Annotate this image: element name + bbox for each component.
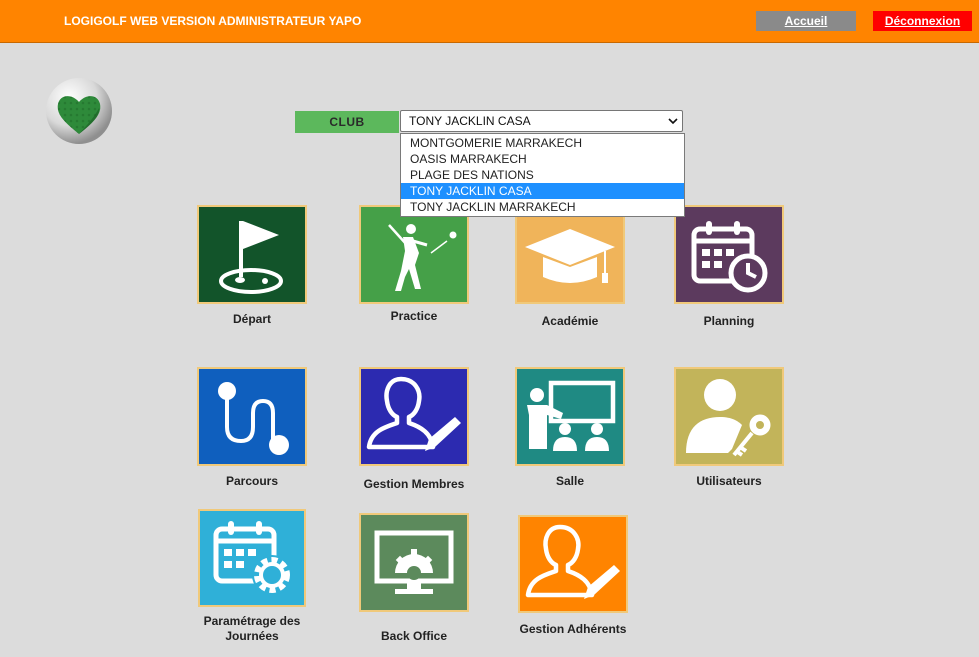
tile-parcours[interactable]: Parcours: [197, 367, 307, 497]
club-select[interactable]: TONY JACKLIN CASA: [400, 110, 683, 132]
user-edit-icon: [366, 376, 461, 451]
logout-button[interactable]: Déconnexion: [873, 11, 972, 31]
user-edit-icon: [525, 524, 620, 599]
tile-utilisateurs[interactable]: Utilisateurs: [674, 367, 784, 497]
tile-back-office[interactable]: Back Office: [359, 513, 469, 648]
tile-label: Gestion Adhérents: [519, 622, 627, 636]
app-title: LOGIGOLF WEB VERSION ADMINISTRATEUR YAPO: [64, 14, 362, 28]
tile-label: Practice: [390, 309, 438, 323]
tile-label: Utilisateurs: [696, 474, 762, 488]
club-label: CLUB: [295, 111, 399, 133]
golf-ball-logo: [44, 76, 114, 146]
club-option-montgomerie-marrakech[interactable]: MONTGOMERIE MARRAKECH: [401, 135, 684, 151]
tile-label: Salle: [555, 474, 585, 488]
tile-gestion-adherents[interactable]: Gestion Adhérents: [518, 515, 628, 645]
tile-planning[interactable]: Planning: [674, 205, 784, 335]
club-option-plage-des-nations[interactable]: PLAGE DES NATIONS: [401, 167, 684, 183]
classroom-icon: [527, 380, 616, 451]
monitor-gear-icon: [374, 530, 454, 594]
graduation-cap-icon: [525, 229, 615, 283]
golfer-icon: [388, 224, 457, 291]
tile-label: Gestion Membres: [363, 477, 465, 491]
club-option-oasis-marrakech[interactable]: OASIS MARRAKECH: [401, 151, 684, 167]
tile-label: Académie: [541, 314, 599, 328]
tile-practice[interactable]: Practice: [359, 205, 469, 335]
tile-label: Paramétrage des Journées: [203, 614, 301, 643]
tile-academie[interactable]: Académie: [515, 205, 625, 335]
home-button[interactable]: Accueil: [756, 11, 856, 31]
club-select-value: TONY JACKLIN CASA: [409, 114, 531, 128]
user-key-icon: [686, 379, 774, 457]
tile-label: Planning: [703, 314, 755, 328]
chevron-down-icon: [668, 118, 678, 125]
tile-label: Départ: [232, 312, 271, 326]
tile-depart[interactable]: Départ: [197, 205, 307, 335]
tile-parametrage-journees[interactable]: Paramétrage des Journées: [197, 509, 307, 649]
club-option-tony-jacklin-marrakech[interactable]: TONY JACKLIN MARRAKECH: [401, 199, 684, 215]
calendar-clock-icon: [691, 221, 768, 293]
tile-label: Parcours: [225, 474, 279, 488]
golf-flag-icon: [219, 221, 283, 294]
route-icon: [218, 382, 289, 455]
tile-label: Back Office: [380, 629, 448, 643]
club-dropdown-list: MONTGOMERIE MARRAKECH OASIS MARRAKECH PL…: [400, 133, 685, 217]
tile-salle[interactable]: Salle: [515, 367, 625, 497]
calendar-gear-icon: [213, 521, 292, 595]
top-bar: LOGIGOLF WEB VERSION ADMINISTRATEUR YAPO…: [0, 0, 979, 43]
tile-gestion-membres[interactable]: Gestion Membres: [359, 367, 469, 497]
club-option-tony-jacklin-casa[interactable]: TONY JACKLIN CASA: [401, 183, 684, 199]
